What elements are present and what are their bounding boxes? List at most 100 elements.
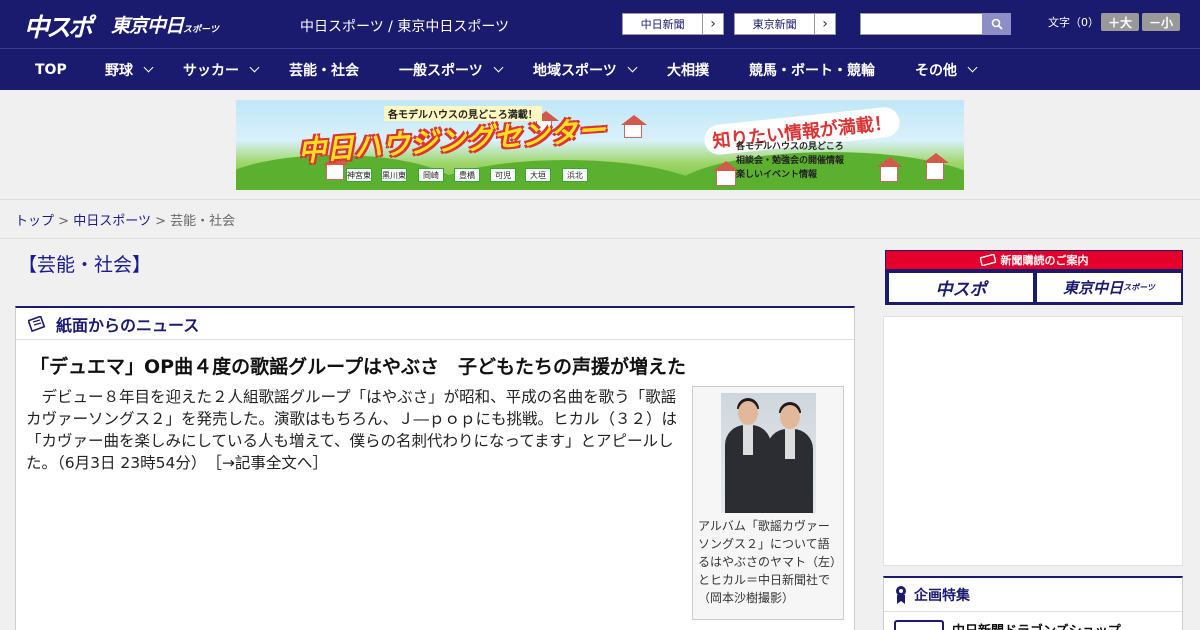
tokyo-shimbun-link[interactable]: 東京新聞 › <box>734 13 836 35</box>
subscribe-tokyo-label: 東京中日 <box>1063 279 1124 297</box>
font-bigger-button[interactable]: ＋大 <box>1101 13 1139 31</box>
nav-label: サッカー <box>183 62 239 79</box>
news-box: 紙面からのニュース 「デュエマ」OP曲４度の歌謡グループはやぶさ 子どもたちの声… <box>15 306 855 630</box>
breadcrumb-current: 芸能・社会 <box>170 214 236 229</box>
banner-location-chip: 岡崎 <box>418 168 444 182</box>
nav-item-entertainment[interactable]: 芸能・社会 <box>289 49 359 90</box>
house-shape <box>621 115 647 138</box>
breadcrumb: トップ > 中日スポーツ > 芸能・社会 <box>15 210 235 229</box>
chunichi-shimbun-link[interactable]: 中日新聞 › <box>622 13 724 35</box>
tokyo-logo-text: 東京中日 <box>111 15 184 37</box>
article-headline[interactable]: 「デュエマ」OP曲４度の歌謡グループはやぶさ 子どもたちの声援が増えた <box>30 352 686 379</box>
search-icon <box>991 18 1003 30</box>
subscription-title-text: 新聞購読のご案内 <box>1000 254 1089 267</box>
article-photo-box: アルバム「歌謡カヴァーソングス２」について語るはやぶさのヤマト（左）とヒカル＝中… <box>692 386 844 620</box>
banner-location-chip: 神宮東 <box>346 168 372 182</box>
nav-item-keiba[interactable]: 競馬・ボート・競輪 <box>749 49 875 90</box>
subscribe-tokyo-chunichi-button[interactable]: 東京中日 スポーツ <box>1037 273 1181 302</box>
nav-label: 地域スポーツ <box>533 62 617 79</box>
nav-item-soccer[interactable]: サッカー <box>183 49 260 90</box>
person-figure <box>767 402 813 513</box>
banner-location-chip: 大垣 <box>525 168 551 182</box>
breadcrumb-top[interactable]: トップ <box>15 214 54 229</box>
nav-label: 野球 <box>105 62 133 79</box>
nav-label: 大相撲 <box>667 62 709 79</box>
banner-list-item: 相談会・勉強会の開催情報 <box>736 156 845 166</box>
house-shape <box>877 157 903 182</box>
feature-item[interactable]: 中日新聞ドラゴンズショップ <box>894 620 1121 630</box>
housing-center-banner[interactable]: 各モデルハウスの見どころ満載！ 中日ハウジングセンター 知りたい情報が満載！ 各… <box>236 100 964 190</box>
article-photo[interactable] <box>721 393 816 513</box>
breadcrumb-separator: > <box>155 214 166 229</box>
chevron-down-icon <box>967 62 978 73</box>
chevron-right-icon: › <box>702 14 723 34</box>
chevron-right-icon: › <box>814 14 835 34</box>
chevron-down-icon <box>493 62 504 73</box>
shirt-shape <box>785 429 795 459</box>
banner-location-chip: 豊橋 <box>454 168 480 182</box>
subscription-title: 新聞購読のご案内 <box>886 251 1182 269</box>
nav-label: 一般スポーツ <box>399 62 483 79</box>
font-size-label: 文字（0） <box>1048 16 1099 29</box>
chevron-down-icon <box>627 62 638 73</box>
house-shape <box>713 161 739 186</box>
breadcrumb-separator: > <box>58 214 70 229</box>
feature-header: 企画特集 <box>884 578 1182 612</box>
subscription-box: 新聞購読のご案内 中スポ 東京中日 スポーツ <box>885 250 1183 305</box>
news-box-header: 紙面からのニュース <box>16 308 854 340</box>
nav-label: 芸能・社会 <box>289 62 359 79</box>
nav-item-local-sports[interactable]: 地域スポーツ <box>533 49 638 90</box>
subscribe-tokyo-small: スポーツ <box>1123 283 1155 292</box>
search-button[interactable] <box>982 13 1011 35</box>
site-names: 中日スポーツ / 東京中日スポーツ <box>300 19 510 35</box>
house-shape <box>923 153 949 180</box>
banner-list-item: 各モデルハウスの見どころ <box>736 142 844 152</box>
photo-caption: アルバム「歌謡カヴァーソングス２」について語るはやぶさのヤマト（左）とヒカル＝中… <box>698 519 837 605</box>
font-smaller-button[interactable]: －小 <box>1142 13 1180 31</box>
article-body: デビュー８年目を迎えた２人組歌謡グループ「はやぶさ」が昭和、平成の名曲を歌う「歌… <box>26 386 686 474</box>
feature-thumbnail <box>894 620 944 630</box>
main-nav: TOP 野球 サッカー 芸能・社会 一般スポーツ 地域スポーツ 大相撲 競馬・ボ… <box>0 48 1200 90</box>
chevron-down-icon <box>249 62 260 73</box>
newspaper-icon <box>28 315 46 332</box>
nav-item-top[interactable]: TOP <box>35 49 67 90</box>
nav-label: TOP <box>35 61 67 78</box>
banner-location-chip: 浜北 <box>562 168 588 182</box>
subscribe-chuspo-button[interactable]: 中スポ <box>889 273 1033 302</box>
feature-title: 企画特集 <box>914 587 970 604</box>
face-shape <box>780 405 800 429</box>
banner-location-chip: 黒川東 <box>381 168 407 182</box>
chuspo-logo[interactable]: 中スポ <box>24 8 93 44</box>
section-title: 【芸能・社会】 <box>18 254 152 276</box>
ad-slot[interactable] <box>883 316 1183 566</box>
award-ribbon-icon <box>896 585 906 604</box>
person-figure <box>725 398 771 513</box>
shirt-shape <box>743 425 753 455</box>
nav-item-sumo[interactable]: 大相撲 <box>667 49 709 90</box>
chunichi-shimbun-label: 中日新聞 <box>640 18 685 31</box>
nav-item-general-sports[interactable]: 一般スポーツ <box>399 49 504 90</box>
read-more-link[interactable]: ［→記事全文へ］ <box>214 454 328 472</box>
tokyo-logo-small: スポーツ <box>183 25 219 35</box>
banner-list-item: 楽しいイベント情報 <box>736 170 818 180</box>
nav-item-other[interactable]: その他 <box>915 49 978 90</box>
divider <box>0 238 1200 239</box>
nav-label: 競馬・ボート・競輪 <box>749 62 875 79</box>
tokyo-chunichi-logo[interactable]: 東京中日スポーツ <box>111 11 219 38</box>
news-box-label: 紙面からのニュース <box>56 315 200 335</box>
breadcrumb-chunichi-sports[interactable]: 中日スポーツ <box>73 214 151 229</box>
chevron-down-icon <box>143 62 154 73</box>
face-shape <box>738 401 758 425</box>
site-header: 中スポ 東京中日スポーツ 中日スポーツ / 東京中日スポーツ 中日新聞 › 東京… <box>0 0 1200 48</box>
ticket-icon <box>979 254 996 266</box>
banner-location-chip: 可児 <box>490 168 516 182</box>
feature-box: 企画特集 中日新聞ドラゴンズショップ <box>883 576 1183 630</box>
nav-label: その他 <box>915 62 957 79</box>
article-timestamp: （6月3日 23時54分） <box>57 454 199 472</box>
tokyo-shimbun-label: 東京新聞 <box>752 18 797 31</box>
search-input[interactable] <box>860 13 983 35</box>
banner-list: 各モデルハウスの見どころ 相談会・勉強会の開催情報 楽しいイベント情報 <box>736 140 844 182</box>
feature-item-label: 中日新聞ドラゴンズショップ <box>952 620 1121 630</box>
banner-area: 各モデルハウスの見どころ満載！ 中日ハウジングセンター 知りたい情報が満載！ 各… <box>0 90 1200 200</box>
nav-item-baseball[interactable]: 野球 <box>105 49 154 90</box>
